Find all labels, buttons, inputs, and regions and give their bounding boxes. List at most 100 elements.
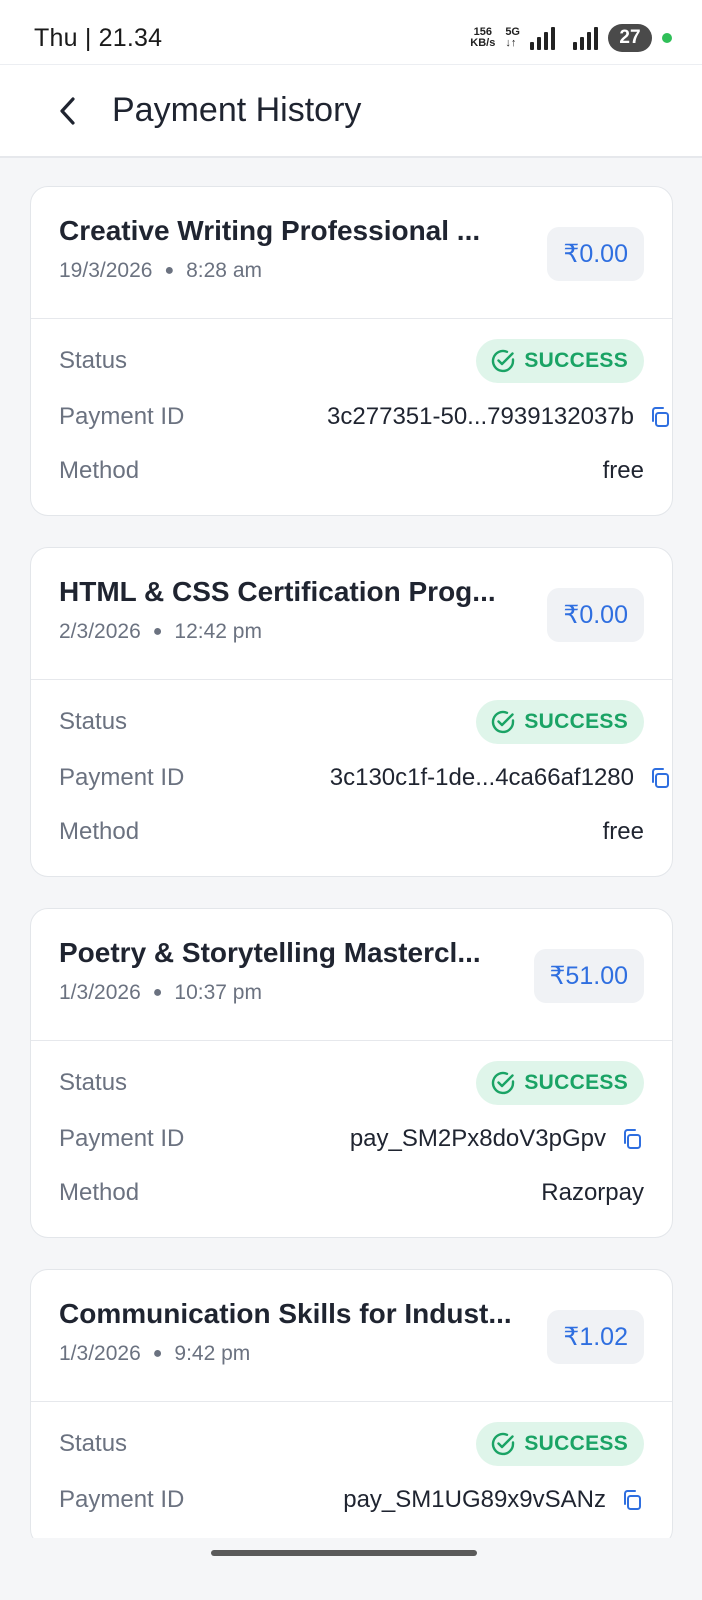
- course-title: Creative Writing Professional ...: [59, 215, 481, 246]
- payment-id-value: 3c130c1f-1de...4ca66af1280: [329, 764, 634, 791]
- method-value: Razorpay: [541, 1179, 644, 1206]
- payment-card[interactable]: Poetry & Storytelling Mastercl... 1/3/20…: [30, 908, 673, 1238]
- payment-card[interactable]: HTML & CSS Certification Prog... 2/3/202…: [30, 547, 673, 877]
- course-title: Poetry & Storytelling Mastercl...: [59, 937, 481, 968]
- payment-id-wrap: 3c277351-50...7939132037b: [327, 403, 672, 431]
- payment-id-label: Payment ID: [59, 1486, 185, 1513]
- signal-icon-sim1: [530, 26, 555, 50]
- payment-id-row: Payment ID 3c130c1f-1de...4ca66af1280: [59, 750, 669, 806]
- payment-card-header: Communication Skills for Indust... 1/3/2…: [31, 1270, 672, 1402]
- payment-date: 2/3/2026: [59, 620, 141, 643]
- amount-badge: ₹1.02: [547, 1310, 644, 1364]
- home-indicator[interactable]: [211, 1550, 477, 1556]
- bottom-fade: [0, 1538, 702, 1600]
- status-text: SUCCESS: [524, 349, 628, 372]
- privacy-dot-icon: [662, 33, 672, 43]
- back-button[interactable]: [38, 81, 98, 141]
- network-speed: 156 KB/s: [470, 27, 495, 49]
- status-time: Thu | 21.34: [34, 23, 163, 52]
- payment-card[interactable]: Communication Skills for Indust... 1/3/2…: [30, 1269, 673, 1547]
- payment-id-wrap: pay_SM2Px8doV3pGpv: [350, 1125, 644, 1153]
- dot-separator-icon: ●: [152, 984, 163, 1001]
- check-circle-icon: [492, 710, 515, 734]
- course-title: HTML & CSS Certification Prog...: [59, 576, 496, 607]
- status-icons: 156 KB/s 5G ↓↑ 27: [470, 24, 672, 52]
- payment-card-header: Creative Writing Professional ... 19/3/2…: [31, 187, 672, 319]
- payment-time: 8:28 am: [186, 259, 262, 282]
- dot-separator-icon: ●: [152, 623, 163, 640]
- battery-level: 27: [619, 27, 641, 48]
- payment-id-label: Payment ID: [59, 1125, 185, 1152]
- arrow-left-icon: [60, 96, 75, 125]
- payment-date: 19/3/2026: [59, 259, 153, 282]
- status-bar: Thu | 21.34 156 KB/s 5G ↓↑ 27: [0, 0, 702, 64]
- dot-separator-icon: ●: [164, 262, 175, 279]
- status-badge: SUCCESS: [476, 1422, 644, 1466]
- method-value: free: [602, 457, 644, 484]
- status-row: Status SUCCESS: [59, 333, 644, 389]
- payment-card-header: HTML & CSS Certification Prog... 2/3/202…: [31, 548, 672, 680]
- method-label: Method: [59, 457, 140, 484]
- method-row: Method free: [59, 445, 644, 497]
- payment-card-body: Status SUCCESS Payment ID pay_SM1UG89x9v…: [31, 1402, 672, 1546]
- payment-date: 1/3/2026: [59, 981, 141, 1004]
- method-value: free: [602, 818, 644, 845]
- page-title: Payment History: [112, 91, 362, 129]
- app-bar: Payment History: [0, 64, 702, 158]
- copy-icon[interactable]: [620, 1488, 644, 1512]
- status-badge: SUCCESS: [476, 339, 644, 383]
- payment-card[interactable]: Creative Writing Professional ... 19/3/2…: [30, 186, 673, 516]
- payment-id-wrap: 3c130c1f-1de...4ca66af1280: [330, 764, 672, 792]
- network-type: 5G ↓↑: [505, 27, 520, 49]
- check-circle-icon: [492, 349, 515, 373]
- payment-time: 12:42 pm: [174, 620, 262, 643]
- payment-id-value: pay_SM1UG89x9vSANz: [343, 1486, 606, 1513]
- status-text: SUCCESS: [524, 1432, 628, 1455]
- payment-time: 10:37 pm: [174, 981, 262, 1004]
- status-badge: SUCCESS: [476, 1061, 644, 1105]
- method-label: Method: [59, 1179, 140, 1206]
- method-row: Method free: [59, 806, 644, 858]
- payment-id-value: 3c277351-50...7939132037b: [327, 403, 634, 430]
- method-label: Method: [59, 818, 140, 845]
- status-label: Status: [59, 1069, 128, 1096]
- status-text: SUCCESS: [524, 1071, 628, 1094]
- status-badge: SUCCESS: [476, 700, 644, 744]
- payment-id-label: Payment ID: [59, 764, 185, 791]
- payment-datetime: 2/3/2026 ● 12:42 pm: [59, 620, 496, 644]
- payment-card-body: Status SUCCESS Payment ID pay_SM2Px8doV3…: [31, 1041, 672, 1237]
- payment-datetime: 1/3/2026 ● 10:37 pm: [59, 981, 481, 1005]
- signal-icon-sim2: [573, 26, 598, 50]
- payment-id-label: Payment ID: [59, 403, 185, 430]
- payment-card-body: Status SUCCESS Payment ID 3c277351-50...…: [31, 319, 672, 515]
- amount-badge: ₹0.00: [547, 588, 644, 642]
- status-row: Status SUCCESS: [59, 694, 644, 750]
- status-row: Status SUCCESS: [59, 1416, 644, 1472]
- payment-id-row: Payment ID pay_SM2Px8doV3pGpv: [59, 1111, 644, 1167]
- copy-icon[interactable]: [620, 1127, 644, 1151]
- amount-badge: ₹0.00: [547, 227, 644, 281]
- payment-id-wrap: pay_SM1UG89x9vSANz: [343, 1486, 644, 1514]
- payment-time: 9:42 pm: [174, 1342, 251, 1365]
- copy-icon[interactable]: [648, 405, 672, 429]
- payment-list: Creative Writing Professional ... 19/3/2…: [30, 186, 673, 1578]
- method-row: Method Razorpay: [59, 1167, 644, 1219]
- payment-datetime: 19/3/2026 ● 8:28 am: [59, 259, 480, 283]
- check-circle-icon: [492, 1071, 515, 1095]
- payment-id-row: Payment ID pay_SM1UG89x9vSANz: [59, 1472, 644, 1528]
- payment-id-row: Payment ID 3c277351-50...7939132037b: [59, 389, 669, 445]
- check-circle-icon: [492, 1432, 515, 1456]
- payment-id-value: pay_SM2Px8doV3pGpv: [349, 1125, 606, 1152]
- copy-icon[interactable]: [648, 766, 672, 790]
- amount-badge: ₹51.00: [533, 949, 644, 1003]
- payment-card-body: Status SUCCESS Payment ID 3c130c1f-1de..…: [31, 680, 672, 876]
- course-title: Communication Skills for Indust...: [59, 1298, 512, 1329]
- status-label: Status: [59, 1430, 128, 1457]
- data-arrows-icon: ↓↑: [505, 37, 517, 49]
- status-row: Status SUCCESS: [59, 1055, 644, 1111]
- network-speed-unit: KB/s: [470, 37, 496, 49]
- status-text: SUCCESS: [524, 710, 628, 733]
- payment-card-header: Poetry & Storytelling Mastercl... 1/3/20…: [31, 909, 672, 1041]
- battery-icon: 27: [608, 24, 652, 52]
- payment-datetime: 1/3/2026 ● 9:42 pm: [59, 1342, 512, 1366]
